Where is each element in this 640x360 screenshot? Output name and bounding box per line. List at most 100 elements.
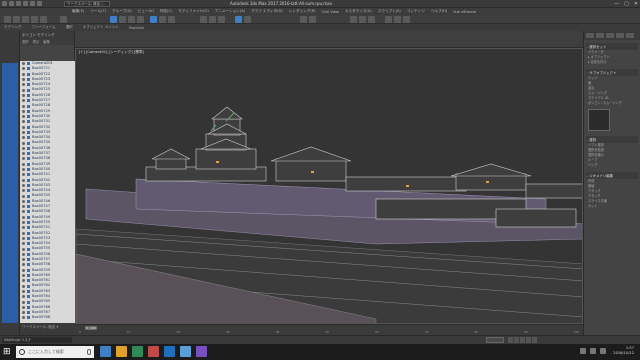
schematic-view-icon[interactable] bbox=[359, 16, 366, 23]
previous-frame-icon[interactable] bbox=[514, 337, 519, 343]
bind-space-warp-icon[interactable] bbox=[40, 16, 47, 23]
angle-snap-icon[interactable] bbox=[209, 16, 216, 23]
workspace-dropdown[interactable]: ワークスペース: 既定 (... bbox=[64, 1, 110, 7]
render-setup-icon[interactable] bbox=[385, 16, 392, 23]
time-slider[interactable]: 0 / 100 0 10 20 30 40 50 60 70 80 90 100 bbox=[75, 324, 583, 335]
menu-graph-editors[interactable]: グラフ エディタ(D) bbox=[251, 9, 283, 14]
taskbar-app-icon[interactable] bbox=[196, 346, 207, 357]
tab-selection[interactable]: 選択 bbox=[66, 25, 73, 30]
unlink-icon[interactable] bbox=[31, 16, 38, 23]
curve-editor-icon[interactable] bbox=[350, 16, 357, 23]
time-slider-thumb[interactable]: 0 / 100 bbox=[85, 326, 97, 330]
visibility-eye-icon[interactable] bbox=[22, 252, 25, 256]
minimize-button[interactable]: — bbox=[614, 1, 619, 7]
explorer-tab-select[interactable]: 選択 bbox=[22, 39, 29, 45]
visibility-eye-icon[interactable] bbox=[22, 263, 25, 267]
explorer-tab-display[interactable]: 表示 bbox=[33, 39, 40, 45]
list-item[interactable]: Box00768 bbox=[20, 315, 75, 320]
visibility-eye-icon[interactable] bbox=[22, 284, 25, 288]
rotate-icon[interactable] bbox=[159, 16, 166, 23]
snap-icon[interactable] bbox=[200, 16, 207, 23]
undo-icon[interactable] bbox=[23, 1, 28, 6]
menu-edit[interactable]: 編集(E) bbox=[72, 9, 84, 14]
menu-scripting[interactable]: スクリプト(S) bbox=[378, 9, 401, 14]
menu-customize[interactable]: カスタマイズ(U) bbox=[345, 9, 372, 14]
mirror-icon[interactable] bbox=[235, 16, 242, 23]
display-tab-icon[interactable] bbox=[626, 33, 634, 38]
explorer-tab-edit[interactable]: 編集 bbox=[43, 39, 50, 45]
move-icon[interactable] bbox=[150, 16, 157, 23]
visibility-eye-icon[interactable] bbox=[22, 279, 25, 283]
visibility-eye-icon[interactable] bbox=[22, 173, 25, 177]
taskbar-app-icon[interactable] bbox=[148, 346, 159, 357]
rollout-item[interactable]: ポリゴン: スムージング bbox=[586, 101, 638, 106]
ime-icon[interactable] bbox=[600, 348, 606, 354]
visibility-eye-icon[interactable] bbox=[22, 215, 25, 219]
rectangular-selection-icon[interactable] bbox=[128, 16, 135, 23]
scene-explorer-toolbar[interactable] bbox=[2, 63, 18, 323]
visibility-eye-icon[interactable] bbox=[22, 83, 25, 87]
visibility-eye-icon[interactable] bbox=[22, 168, 25, 172]
tab-object-paint[interactable]: オブジェクト ペイント bbox=[83, 25, 119, 30]
visibility-eye-icon[interactable] bbox=[22, 247, 25, 251]
scene-explorer-icon[interactable] bbox=[300, 16, 307, 23]
taskbar-app-icon[interactable] bbox=[116, 346, 127, 357]
create-tab-icon[interactable] bbox=[586, 33, 594, 38]
visibility-eye-icon[interactable] bbox=[22, 125, 25, 129]
tab-modeling[interactable]: モデリング bbox=[4, 25, 22, 30]
hierarchy-tab-icon[interactable] bbox=[606, 33, 614, 38]
render-production-icon[interactable] bbox=[403, 16, 410, 23]
visibility-eye-icon[interactable] bbox=[22, 120, 25, 124]
rollout-header[interactable]: - 選択 bbox=[586, 136, 638, 143]
visibility-eye-icon[interactable] bbox=[22, 300, 25, 304]
material-editor-icon[interactable] bbox=[368, 16, 375, 23]
visibility-eye-icon[interactable] bbox=[22, 157, 25, 161]
percent-snap-icon[interactable] bbox=[218, 16, 225, 23]
visibility-eye-icon[interactable] bbox=[22, 99, 25, 103]
rendered-frame-window-icon[interactable] bbox=[394, 16, 401, 23]
visibility-eye-icon[interactable] bbox=[22, 268, 25, 272]
visibility-eye-icon[interactable] bbox=[22, 62, 25, 66]
visibility-eye-icon[interactable] bbox=[22, 152, 25, 156]
visibility-eye-icon[interactable] bbox=[22, 93, 25, 97]
visibility-eye-icon[interactable] bbox=[22, 88, 25, 92]
tab-populate[interactable]: Populate bbox=[129, 26, 144, 30]
menu-help[interactable]: ヘルプ(H) bbox=[431, 9, 447, 14]
redo-icon[interactable] bbox=[30, 1, 35, 6]
rollout-item[interactable]: カット bbox=[586, 204, 638, 209]
select-object-icon[interactable] bbox=[110, 16, 117, 23]
rollout-header[interactable]: - サブオブジェクト bbox=[586, 69, 638, 76]
play-icon[interactable] bbox=[520, 337, 525, 343]
visibility-eye-icon[interactable] bbox=[22, 67, 25, 71]
menu-animation[interactable]: アニメーション(A) bbox=[215, 9, 245, 14]
taskbar-clock[interactable]: 1:57 2016/10/12 bbox=[613, 346, 634, 356]
visibility-eye-icon[interactable] bbox=[22, 316, 25, 320]
visibility-eye-icon[interactable] bbox=[22, 104, 25, 108]
link-icon[interactable] bbox=[22, 16, 29, 23]
layer-explorer-icon[interactable] bbox=[309, 16, 316, 23]
menu-group[interactable]: グループ(G) bbox=[112, 9, 132, 14]
windows-start-icon[interactable]: ⊞ bbox=[3, 347, 13, 357]
visibility-eye-icon[interactable] bbox=[22, 131, 25, 134]
menu-content[interactable]: コンテンツ bbox=[407, 9, 425, 14]
undo-icon[interactable] bbox=[4, 16, 11, 23]
visibility-eye-icon[interactable] bbox=[22, 289, 25, 293]
rollout-header[interactable]: - 選択セット bbox=[586, 43, 638, 50]
visibility-eye-icon[interactable] bbox=[22, 115, 25, 119]
taskbar-app-icon[interactable] bbox=[164, 346, 175, 357]
visibility-eye-icon[interactable] bbox=[22, 72, 25, 76]
visibility-eye-icon[interactable] bbox=[22, 146, 25, 150]
maxscript-listener[interactable]: MAXScript リスナ bbox=[2, 337, 72, 343]
auto-key-button[interactable] bbox=[486, 337, 504, 343]
menu-rendering[interactable]: レンダリング(R) bbox=[289, 9, 316, 14]
scale-icon[interactable] bbox=[168, 16, 175, 23]
go-to-start-icon[interactable] bbox=[508, 337, 513, 343]
visibility-eye-icon[interactable] bbox=[22, 236, 25, 240]
visibility-eye-icon[interactable] bbox=[22, 162, 25, 166]
save-file-icon[interactable] bbox=[16, 1, 21, 6]
visibility-eye-icon[interactable] bbox=[22, 205, 25, 209]
motion-tab-icon[interactable] bbox=[616, 33, 624, 38]
visibility-eye-icon[interactable] bbox=[22, 136, 25, 140]
visibility-eye-icon[interactable] bbox=[22, 305, 25, 309]
volume-icon[interactable] bbox=[590, 348, 596, 354]
